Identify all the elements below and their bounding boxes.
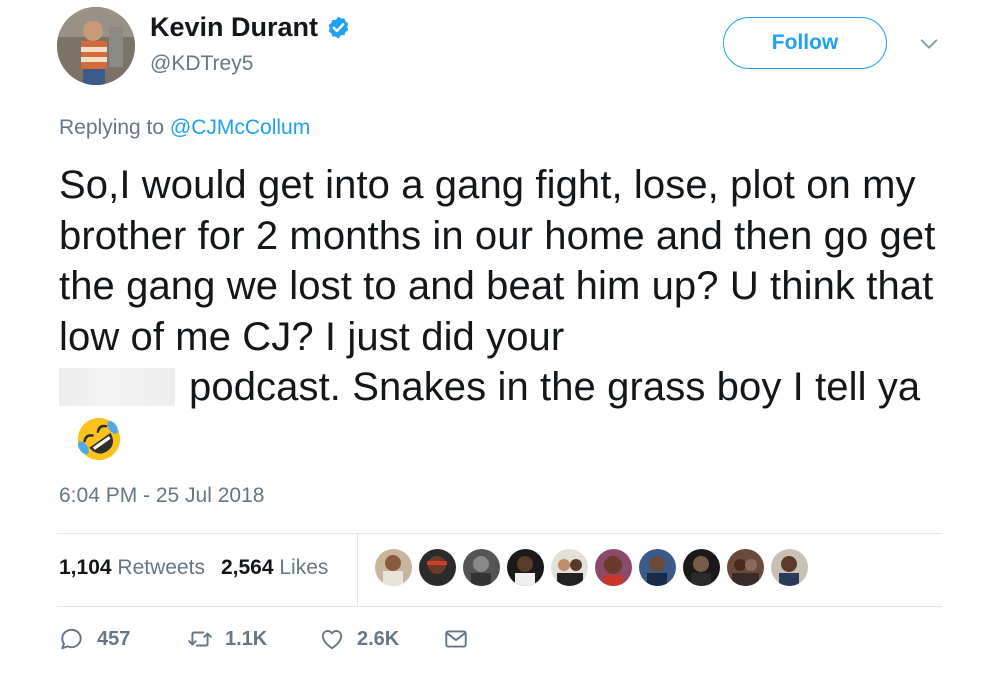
liker-avatar[interactable] bbox=[727, 549, 764, 586]
tweet-actions: 457 1.1K 2.6K bbox=[59, 626, 469, 652]
tweet-timestamp[interactable]: 6:04 PM - 25 Jul 2018 bbox=[59, 484, 264, 508]
reply-count: 457 bbox=[97, 627, 131, 650]
tweet-text-part1: So,I would get into a gang fight, lose, … bbox=[59, 163, 936, 359]
reply-icon bbox=[61, 628, 82, 650]
tweet-text: So,I would get into a gang fight, lose, … bbox=[59, 160, 959, 467]
redacted-text-block bbox=[59, 368, 175, 406]
author-handle[interactable]: @KDTrey5 bbox=[150, 52, 253, 76]
likes-stat[interactable]: 2,564 Likes bbox=[221, 556, 328, 580]
author-name[interactable]: Kevin Durant bbox=[150, 12, 318, 43]
liker-avatar[interactable] bbox=[683, 549, 720, 586]
retweet-count: 1.1K bbox=[225, 627, 268, 650]
author-avatar[interactable] bbox=[57, 7, 135, 85]
chevron-down-icon[interactable] bbox=[918, 33, 940, 55]
liker-avatar[interactable] bbox=[419, 549, 456, 586]
divider bbox=[57, 533, 942, 534]
liker-avatar[interactable] bbox=[595, 549, 632, 586]
liker-avatar[interactable] bbox=[463, 549, 500, 586]
envelope-icon bbox=[445, 630, 467, 648]
like-action[interactable]: 2.6K bbox=[319, 626, 443, 652]
replying-to: Replying to @CJMcCollum bbox=[59, 116, 310, 140]
engagement-stats: 1,104 Retweets 2,564 Likes bbox=[59, 556, 328, 580]
author-name-row: Kevin Durant bbox=[150, 12, 351, 43]
direct-message-action[interactable] bbox=[443, 626, 469, 652]
retweets-stat[interactable]: 1,104 Retweets bbox=[59, 556, 205, 580]
reply-action[interactable]: 457 bbox=[59, 626, 187, 652]
reply-mention-link[interactable]: @CJMcCollum bbox=[170, 116, 310, 139]
retweet-icon bbox=[188, 631, 212, 647]
liker-avatar[interactable] bbox=[551, 549, 588, 586]
verified-badge-icon bbox=[328, 16, 349, 39]
replying-to-label: Replying to bbox=[59, 116, 165, 139]
follow-button[interactable]: Follow bbox=[723, 17, 887, 69]
divider bbox=[57, 606, 942, 607]
liker-avatar[interactable] bbox=[639, 549, 676, 586]
retweet-action[interactable]: 1.1K bbox=[187, 626, 319, 652]
liker-avatar[interactable] bbox=[507, 549, 544, 586]
rolling-on-floor-laughing-emoji-icon bbox=[77, 417, 121, 460]
like-count: 2.6K bbox=[357, 627, 400, 650]
liker-avatar[interactable] bbox=[375, 549, 412, 586]
liker-avatar[interactable] bbox=[771, 549, 808, 586]
liker-avatars bbox=[375, 549, 808, 586]
tweet-text-part2: podcast. Snakes in the grass boy I tell … bbox=[189, 365, 921, 409]
heart-icon bbox=[321, 630, 343, 650]
stats-divider bbox=[357, 533, 358, 607]
